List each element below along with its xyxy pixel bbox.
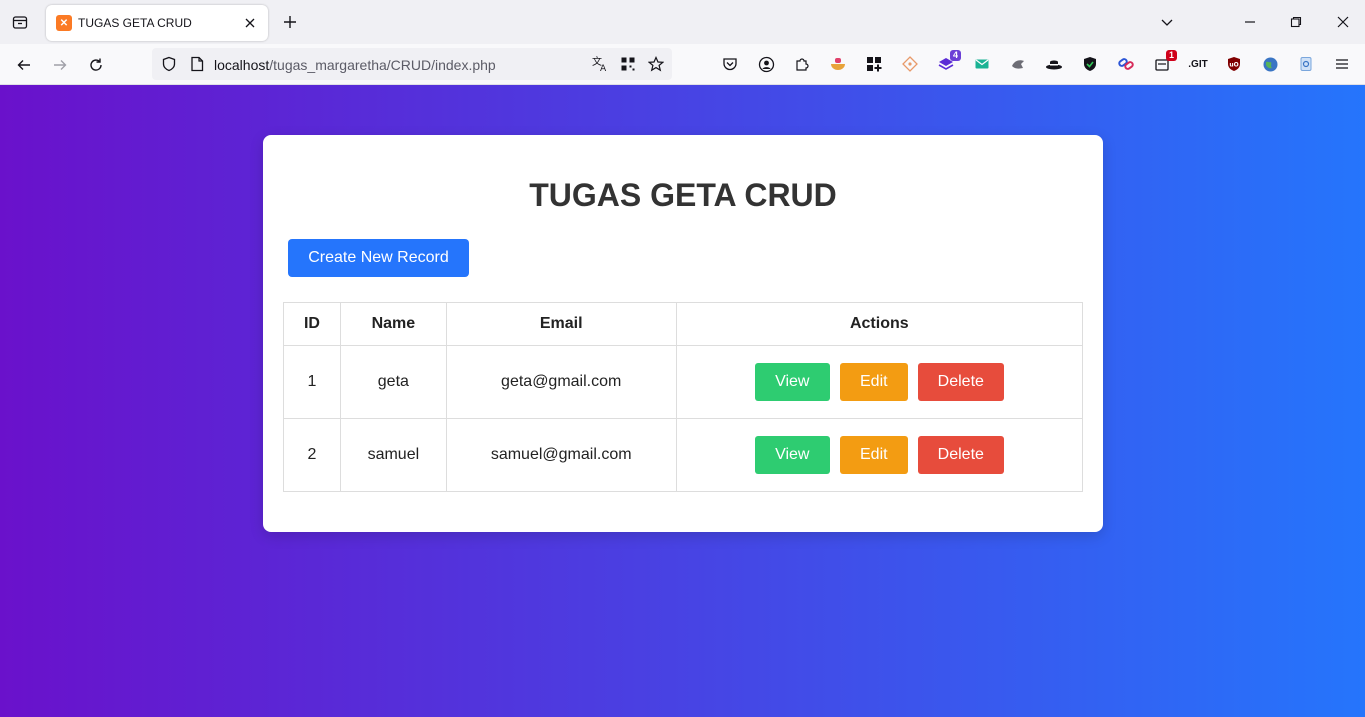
cell-actions: View Edit Delete	[675, 345, 1084, 419]
tab-title: TUGAS GETA CRUD	[78, 16, 192, 30]
view-button[interactable]: View	[754, 436, 830, 474]
svg-text:uO: uO	[1229, 62, 1238, 69]
header-name: Name	[339, 302, 447, 346]
restore-icon[interactable]	[1284, 10, 1308, 34]
navigation-toolbar: localhost/tugas_margaretha/CRUD/index.ph…	[0, 44, 1365, 85]
view-button[interactable]: View	[754, 363, 830, 401]
cell-name: geta	[339, 345, 447, 419]
table-row: 1 geta geta@gmail.com View Edit Delete	[283, 345, 1084, 419]
page-info-icon[interactable]	[188, 55, 206, 73]
page-extension-icon[interactable]	[1296, 54, 1316, 74]
layers-extension-icon[interactable]: 4	[936, 50, 961, 74]
edit-button[interactable]: Edit	[839, 436, 908, 474]
url-path: /tugas_margaretha/CRUD/index.php	[269, 57, 496, 73]
url-bar[interactable]: localhost/tugas_margaretha/CRUD/index.ph…	[152, 48, 672, 80]
tab-strip: ✕ TUGAS GETA CRUD	[0, 0, 1365, 44]
hamburger-menu-icon[interactable]	[1332, 54, 1352, 74]
active-tab[interactable]: ✕ TUGAS GETA CRUD	[46, 5, 268, 41]
page-viewport: TUGAS GETA CRUD Create New Record ID Nam…	[0, 85, 1365, 717]
bookmark-star-icon[interactable]	[647, 55, 665, 73]
diamond-extension-icon[interactable]	[900, 54, 920, 74]
git-extension-label: .GIT	[1188, 58, 1208, 70]
list-all-tabs-icon[interactable]	[8, 10, 32, 34]
header-id: ID	[283, 302, 341, 346]
url-text[interactable]: localhost/tugas_margaretha/CRUD/index.ph…	[214, 57, 496, 73]
notification-extension-badge: 1	[1165, 50, 1177, 61]
qr-code-icon[interactable]	[619, 55, 637, 73]
reload-icon[interactable]	[83, 52, 109, 78]
ublock-origin-icon[interactable]: uO	[1224, 54, 1244, 74]
edit-button[interactable]: Edit	[839, 363, 908, 401]
cell-email: samuel@gmail.com	[445, 418, 677, 492]
delete-button[interactable]: Delete	[917, 436, 1004, 474]
notification-extension-icon[interactable]: 1	[1152, 50, 1177, 74]
close-window-icon[interactable]	[1331, 10, 1355, 34]
svg-text:A: A	[600, 64, 607, 73]
table-header-row: ID Name Email Actions	[283, 302, 1084, 346]
header-email: Email	[445, 302, 677, 346]
tab-overflow-chevron-icon[interactable]	[1155, 10, 1179, 34]
crud-card: TUGAS GETA CRUD Create New Record ID Nam…	[263, 135, 1103, 532]
cell-id: 1	[283, 345, 341, 419]
cell-id: 2	[283, 418, 341, 492]
layers-extension-badge: 4	[949, 50, 961, 61]
shield-extension-icon[interactable]	[1080, 54, 1100, 74]
git-extension-icon[interactable]: .GIT	[1188, 54, 1208, 74]
page-title: TUGAS GETA CRUD	[529, 177, 837, 213]
close-tab-icon[interactable]	[242, 15, 258, 31]
link-extension-icon[interactable]	[1116, 54, 1136, 74]
header-actions: Actions	[675, 302, 1084, 346]
bird-extension-icon[interactable]	[1008, 54, 1028, 74]
cell-actions: View Edit Delete	[675, 418, 1084, 492]
xampp-favicon-icon: ✕	[56, 15, 72, 31]
cell-email: geta@gmail.com	[445, 345, 677, 419]
account-icon[interactable]	[756, 54, 776, 74]
pocket-icon[interactable]	[720, 54, 740, 74]
table-row: 2 samuel samuel@gmail.com View Edit Delete	[283, 418, 1084, 492]
records-table: ID Name Email Actions 1 geta geta@gmail.…	[283, 302, 1084, 492]
apps-grid-icon[interactable]	[864, 54, 884, 74]
url-host: localhost	[214, 57, 270, 73]
new-tab-icon[interactable]	[278, 10, 302, 34]
globe-extension-icon[interactable]	[1260, 54, 1280, 74]
back-arrow-icon[interactable]	[11, 52, 37, 78]
forward-arrow-icon[interactable]	[47, 52, 73, 78]
delete-button[interactable]: Delete	[917, 363, 1004, 401]
mail-extension-icon[interactable]	[972, 54, 992, 74]
create-new-record-button[interactable]: Create New Record	[288, 239, 469, 277]
tracking-protection-shield-icon[interactable]	[160, 55, 178, 73]
cell-name: samuel	[339, 418, 447, 492]
extensions-puzzle-icon[interactable]	[792, 54, 812, 74]
minimize-icon[interactable]	[1238, 10, 1262, 34]
hat-extension-icon[interactable]	[1044, 54, 1064, 74]
translate-icon[interactable]: 文A	[591, 55, 609, 73]
bowl-extension-icon[interactable]	[828, 54, 848, 74]
